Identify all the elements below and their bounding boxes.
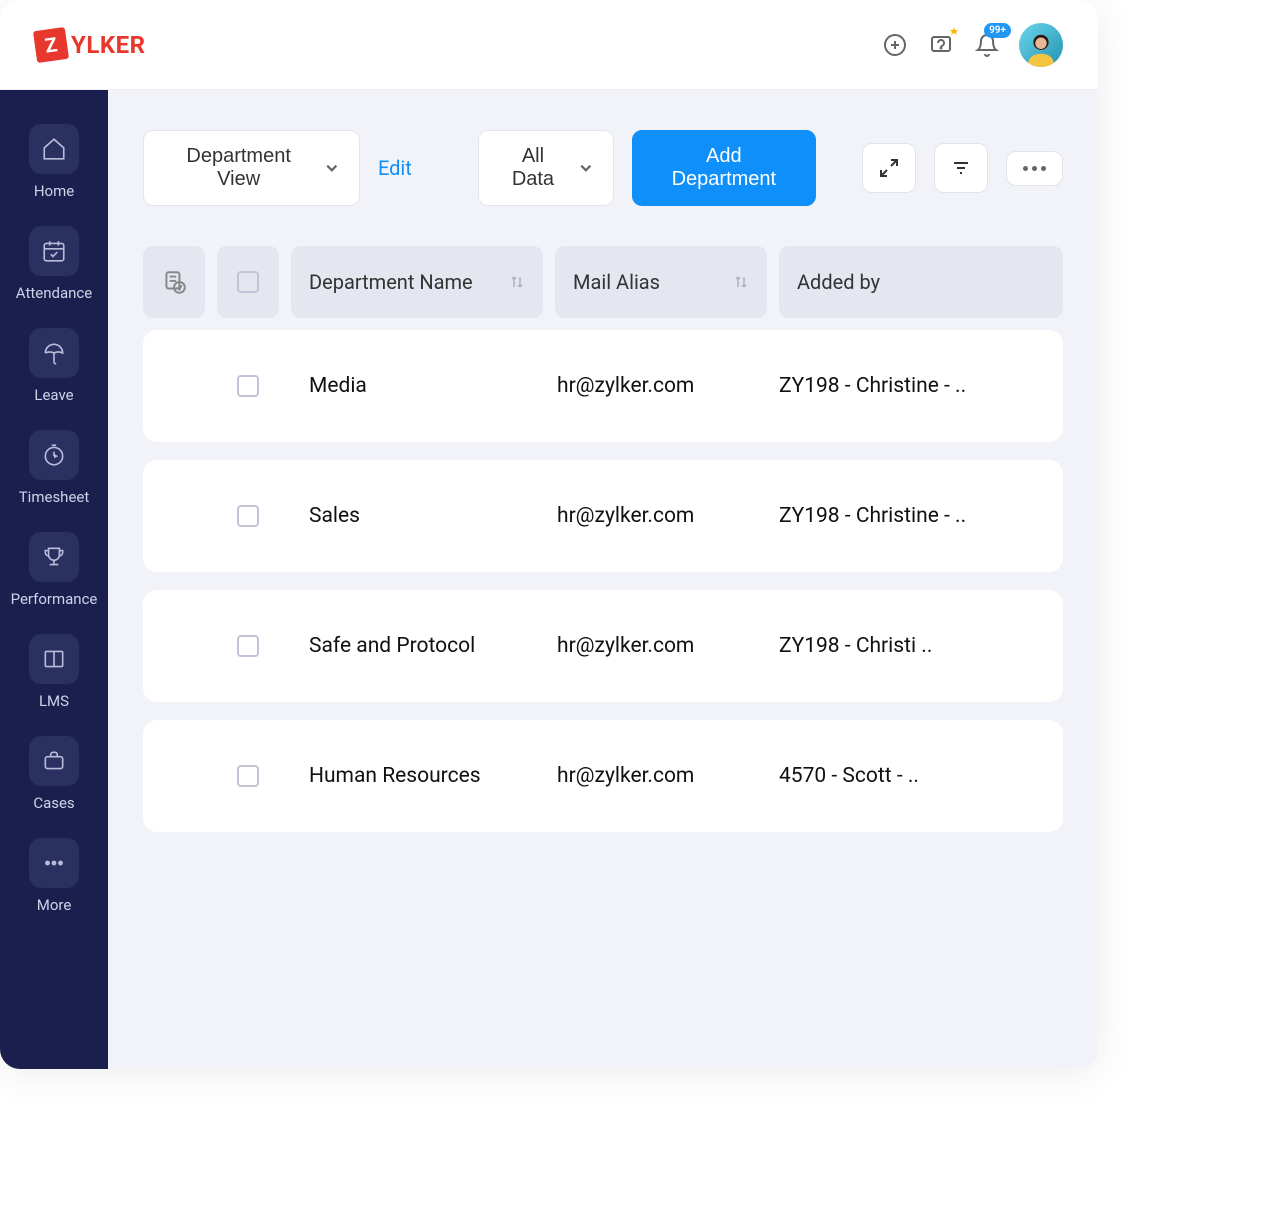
table-row[interactable]: Sales hr@zylker.com ZY198 - Christine - …	[143, 460, 1063, 572]
briefcase-icon	[41, 748, 67, 774]
expand-icon	[879, 158, 899, 178]
sort-icon	[733, 274, 749, 290]
sidebar-item-timesheet[interactable]: Timesheet	[0, 426, 108, 510]
edit-link[interactable]: Edit	[378, 156, 412, 180]
sidebar-item-more[interactable]: More	[0, 834, 108, 918]
row-checkbox[interactable]	[237, 765, 259, 787]
logo[interactable]: Z YLKER	[35, 29, 145, 61]
more-options-button[interactable]	[1006, 151, 1063, 186]
filter-button[interactable]	[934, 143, 988, 193]
cell-name: Media	[291, 374, 543, 398]
column-label: Added by	[797, 270, 880, 294]
sidebar-item-home[interactable]: Home	[0, 120, 108, 204]
help-icon[interactable]	[927, 31, 955, 59]
view-selector[interactable]: Department View	[143, 130, 360, 206]
select-all-checkbox[interactable]	[237, 271, 259, 293]
sidebar-item-label: Cases	[33, 794, 74, 812]
header-actions: 99+	[881, 23, 1063, 67]
bulk-action-icon[interactable]	[143, 246, 205, 318]
view-selector-label: Department View	[164, 145, 313, 191]
table-row[interactable]: Human Resources hr@zylker.com 4570 - Sco…	[143, 720, 1063, 832]
avatar[interactable]	[1019, 23, 1063, 67]
notifications-icon[interactable]: 99+	[973, 31, 1001, 59]
data-filter[interactable]: All Data	[478, 130, 614, 206]
sidebar-item-performance[interactable]: Performance	[0, 528, 108, 612]
column-header-name[interactable]: Department Name	[291, 246, 543, 318]
column-header-added[interactable]: Added by	[779, 246, 1063, 318]
more-icon	[41, 850, 67, 876]
sidebar: Home Attendance Leave Timesheet Performa…	[0, 90, 108, 1069]
more-icon	[1023, 166, 1046, 171]
chevron-down-icon	[325, 161, 339, 175]
cell-mail: hr@zylker.com	[555, 374, 767, 398]
home-icon	[41, 136, 67, 162]
add-icon[interactable]	[881, 31, 909, 59]
notification-badge: 99+	[984, 23, 1011, 38]
content-area: Department View Edit All Data Add Depart…	[108, 90, 1098, 1069]
add-department-button[interactable]: Add Department	[632, 130, 816, 206]
column-header-mail[interactable]: Mail Alias	[555, 246, 767, 318]
umbrella-icon	[41, 340, 67, 366]
sidebar-item-label: Attendance	[16, 284, 92, 302]
sidebar-item-label: Timesheet	[19, 488, 90, 506]
sidebar-item-label: Performance	[11, 590, 98, 608]
sidebar-item-leave[interactable]: Leave	[0, 324, 108, 408]
logo-text: YLKER	[71, 31, 145, 59]
cell-mail: hr@zylker.com	[555, 764, 767, 788]
sidebar-item-label: Home	[34, 182, 74, 200]
cell-name: Human Resources	[291, 764, 543, 788]
trophy-icon	[41, 544, 67, 570]
sidebar-item-label: More	[37, 896, 72, 914]
row-checkbox[interactable]	[237, 635, 259, 657]
data-filter-label: All Data	[499, 145, 567, 191]
timer-icon	[41, 442, 67, 468]
cell-name: Sales	[291, 504, 543, 528]
table-row[interactable]: Media hr@zylker.com ZY198 - Christine - …	[143, 330, 1063, 442]
sort-icon	[509, 274, 525, 290]
column-label: Department Name	[309, 270, 473, 294]
cell-mail: hr@zylker.com	[555, 504, 767, 528]
top-header: Z YLKER 99+	[0, 0, 1098, 90]
sidebar-item-attendance[interactable]: Attendance	[0, 222, 108, 306]
departments-table: Department Name Mail Alias Added by Medi…	[143, 246, 1063, 832]
cell-added: ZY198 - Christine - ..	[779, 374, 1063, 398]
row-checkbox[interactable]	[237, 505, 259, 527]
book-icon	[41, 646, 67, 672]
sidebar-item-lms[interactable]: LMS	[0, 630, 108, 714]
calendar-icon	[41, 238, 67, 264]
cell-added: ZY198 - Christi ..	[779, 634, 1063, 658]
column-label: Mail Alias	[573, 270, 660, 294]
expand-button[interactable]	[862, 143, 916, 193]
logo-badge: Z	[33, 26, 69, 62]
toolbar: Department View Edit All Data Add Depart…	[143, 130, 1063, 206]
filter-icon	[951, 158, 971, 178]
chevron-down-icon	[579, 161, 593, 175]
cell-added: 4570 - Scott - ..	[779, 764, 1063, 788]
cell-mail: hr@zylker.com	[555, 634, 767, 658]
cell-added: ZY198 - Christine - ..	[779, 504, 1063, 528]
sidebar-item-label: LMS	[39, 692, 69, 710]
select-all-column	[217, 246, 279, 318]
table-row[interactable]: Safe and Protocol hr@zylker.com ZY198 - …	[143, 590, 1063, 702]
row-checkbox[interactable]	[237, 375, 259, 397]
sidebar-item-cases[interactable]: Cases	[0, 732, 108, 816]
cell-name: Safe and Protocol	[291, 634, 543, 658]
sidebar-item-label: Leave	[34, 386, 73, 404]
table-header: Department Name Mail Alias Added by	[143, 246, 1063, 318]
